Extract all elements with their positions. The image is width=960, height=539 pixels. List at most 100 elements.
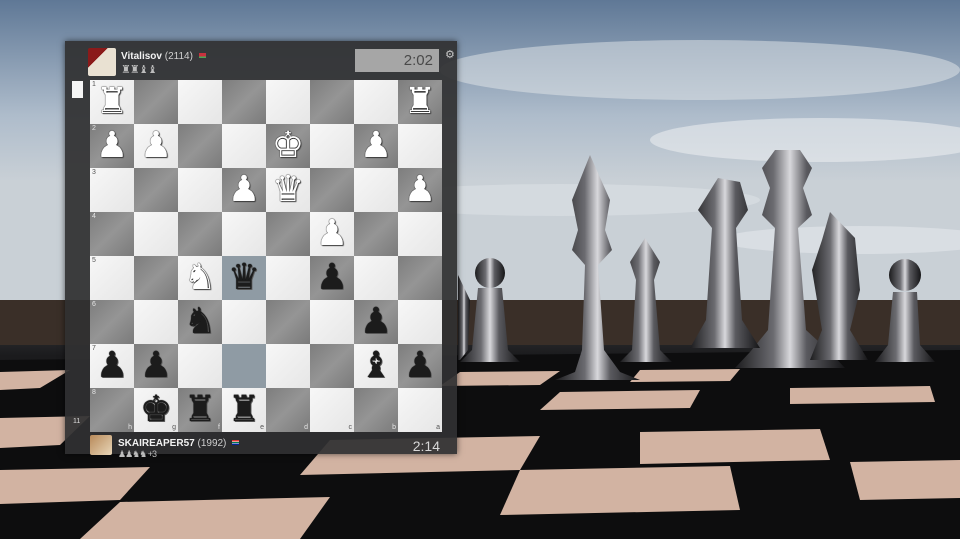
gear-icon[interactable]: ⚙ xyxy=(445,48,455,61)
white-piece[interactable]: ♟ xyxy=(222,168,266,212)
white-piece[interactable]: ♟ xyxy=(398,168,442,212)
black-piece[interactable]: ♟ xyxy=(398,344,442,388)
square-d4[interactable] xyxy=(266,212,310,256)
square-b6[interactable]: ♟ xyxy=(354,300,398,344)
square-e1[interactable] xyxy=(222,80,266,124)
square-h6[interactable]: 6 xyxy=(90,300,134,344)
black-piece[interactable]: ♛ xyxy=(222,256,266,300)
square-h8[interactable]: 8h xyxy=(90,388,134,432)
square-e8[interactable]: e ♜ xyxy=(222,388,266,432)
square-b4[interactable] xyxy=(354,212,398,256)
square-d3[interactable]: ♛ xyxy=(266,168,310,212)
square-b1[interactable] xyxy=(354,80,398,124)
square-b2[interactable]: ♟ xyxy=(354,124,398,168)
square-a1[interactable]: ♜ xyxy=(398,80,442,124)
square-g8[interactable]: g ♚ xyxy=(134,388,178,432)
black-piece[interactable]: ♜ xyxy=(222,388,266,432)
square-a5[interactable] xyxy=(398,256,442,300)
white-piece[interactable]: ♟ xyxy=(90,124,134,168)
square-g2[interactable]: ♟ xyxy=(134,124,178,168)
avatar[interactable] xyxy=(90,435,112,455)
square-c2[interactable] xyxy=(310,124,354,168)
square-c1[interactable] xyxy=(310,80,354,124)
square-a3[interactable]: ♟ xyxy=(398,168,442,212)
square-h5[interactable]: 5 xyxy=(90,256,134,300)
white-piece[interactable]: ♜ xyxy=(398,80,442,124)
square-c8[interactable]: c xyxy=(310,388,354,432)
file-label: a xyxy=(436,424,440,431)
square-f7[interactable] xyxy=(178,344,222,388)
square-e5[interactable]: ♛ xyxy=(222,256,266,300)
chess-board[interactable]: 1 ♜ ♜ 2 ♟ ♟ ♚ ♟ 3 ♟ ♛ ♟ 4 ♟ 5 ♞ ♛ ♟ 6 ♞ ♟ 7 ♟ ♟ ♝ ♟ 8 h g ♚ f ♜ e ♜ d c b a xyxy=(90,80,442,432)
square-e4[interactable] xyxy=(222,212,266,256)
square-e2[interactable] xyxy=(222,124,266,168)
square-h7[interactable]: 7 ♟ xyxy=(90,344,134,388)
black-piece[interactable]: ♜ xyxy=(178,388,222,432)
move-list-marker[interactable] xyxy=(72,81,83,98)
captured-pieces: ♟♟♞♞ +3 xyxy=(118,449,157,459)
black-piece[interactable]: ♚ xyxy=(134,388,178,432)
square-b3[interactable] xyxy=(354,168,398,212)
square-c5[interactable]: ♟ xyxy=(310,256,354,300)
square-a6[interactable] xyxy=(398,300,442,344)
black-piece[interactable]: ♟ xyxy=(90,344,134,388)
white-piece[interactable]: ♚ xyxy=(266,124,310,168)
white-piece[interactable]: ♟ xyxy=(134,124,178,168)
bottom-player-clock: 2:14 xyxy=(412,438,440,454)
square-g3[interactable] xyxy=(134,168,178,212)
square-f6[interactable]: ♞ xyxy=(178,300,222,344)
black-piece[interactable]: ♞ xyxy=(178,300,222,344)
black-piece[interactable]: ♟ xyxy=(354,300,398,344)
square-f5[interactable]: ♞ xyxy=(178,256,222,300)
avatar[interactable] xyxy=(88,48,116,76)
square-d8[interactable]: d xyxy=(266,388,310,432)
player-name[interactable]: Vitalisov (2114) xyxy=(121,51,206,62)
rank-label: 3 xyxy=(92,169,96,176)
square-e6[interactable] xyxy=(222,300,266,344)
square-g6[interactable] xyxy=(134,300,178,344)
black-piece[interactable]: ♝ xyxy=(354,344,398,388)
square-d5[interactable] xyxy=(266,256,310,300)
square-e7[interactable] xyxy=(222,344,266,388)
square-b7[interactable]: ♝ xyxy=(354,344,398,388)
white-piece[interactable]: ♞ xyxy=(178,256,222,300)
square-g1[interactable] xyxy=(134,80,178,124)
square-h2[interactable]: 2 ♟ xyxy=(90,124,134,168)
square-b5[interactable] xyxy=(354,256,398,300)
white-piece[interactable]: ♛ xyxy=(266,168,310,212)
square-h1[interactable]: 1 ♜ xyxy=(90,80,134,124)
square-g4[interactable] xyxy=(134,212,178,256)
white-piece[interactable]: ♜ xyxy=(90,80,134,124)
white-piece[interactable]: ♟ xyxy=(310,212,354,256)
player-name[interactable]: SKAIREAPER57 (1992) xyxy=(118,438,240,449)
square-c6[interactable] xyxy=(310,300,354,344)
square-g7[interactable]: ♟ xyxy=(134,344,178,388)
player-name-text: Vitalisov xyxy=(121,51,162,62)
square-e3[interactable]: ♟ xyxy=(222,168,266,212)
square-a8[interactable]: a xyxy=(398,388,442,432)
square-d7[interactable] xyxy=(266,344,310,388)
square-c7[interactable] xyxy=(310,344,354,388)
square-a2[interactable] xyxy=(398,124,442,168)
square-f2[interactable] xyxy=(178,124,222,168)
top-player-clock: 2:02 xyxy=(355,49,439,72)
square-h3[interactable]: 3 xyxy=(90,168,134,212)
square-d2[interactable]: ♚ xyxy=(266,124,310,168)
square-f3[interactable] xyxy=(178,168,222,212)
square-a4[interactable] xyxy=(398,212,442,256)
square-g5[interactable] xyxy=(134,256,178,300)
white-piece[interactable]: ♟ xyxy=(354,124,398,168)
square-h4[interactable]: 4 xyxy=(90,212,134,256)
rank-label: 5 xyxy=(92,257,96,264)
square-d6[interactable] xyxy=(266,300,310,344)
square-f4[interactable] xyxy=(178,212,222,256)
square-b8[interactable]: b xyxy=(354,388,398,432)
square-a7[interactable]: ♟ xyxy=(398,344,442,388)
square-c3[interactable] xyxy=(310,168,354,212)
square-f8[interactable]: f ♜ xyxy=(178,388,222,432)
square-f1[interactable] xyxy=(178,80,222,124)
black-piece[interactable]: ♟ xyxy=(134,344,178,388)
square-c4[interactable]: ♟ xyxy=(310,212,354,256)
square-d1[interactable] xyxy=(266,80,310,124)
black-piece[interactable]: ♟ xyxy=(310,256,354,300)
